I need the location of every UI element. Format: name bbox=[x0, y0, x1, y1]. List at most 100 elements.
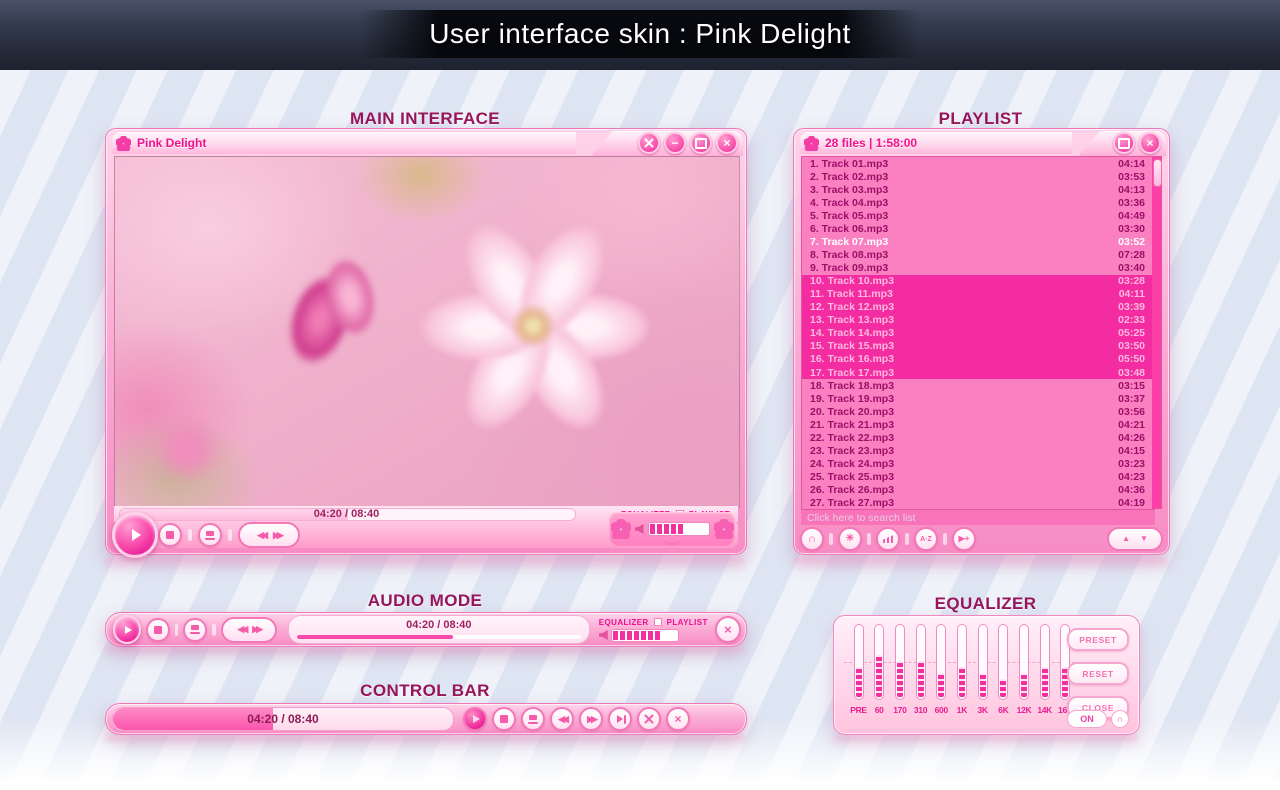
main-window-reflection bbox=[105, 556, 745, 572]
eq-slider[interactable] bbox=[854, 624, 864, 700]
main-interface-label: MAIN INTERFACE bbox=[105, 109, 745, 129]
close-button[interactable]: × bbox=[716, 132, 738, 154]
close-button[interactable]: × bbox=[1139, 132, 1161, 154]
main-titlebar[interactable]: Pink Delight bbox=[112, 132, 576, 154]
track-row[interactable]: 14. Track 14.mp3 05:25 bbox=[802, 327, 1153, 340]
open-button[interactable] bbox=[521, 707, 545, 731]
track-row[interactable]: 18. Track 18.mp3 03:15 bbox=[802, 379, 1153, 392]
track-name: 18. Track 18.mp3 bbox=[810, 380, 1112, 392]
scroll-up-button[interactable]: ▲ bbox=[1122, 535, 1130, 543]
eq-slider[interactable] bbox=[916, 624, 926, 700]
add-play-button[interactable]: ▶+ bbox=[952, 527, 976, 551]
play-button[interactable] bbox=[112, 512, 158, 558]
eq-link-button[interactable]: ∩ bbox=[1111, 710, 1129, 728]
eq-slider[interactable] bbox=[1040, 624, 1050, 700]
progress-pill[interactable]: 04:20 / 08:40 bbox=[112, 707, 454, 731]
track-row[interactable]: 4. Track 04.mp3 03:36 bbox=[802, 196, 1153, 209]
rewind-button[interactable]: ◀◀ bbox=[550, 707, 574, 731]
track-row[interactable]: 25. Track 25.mp3 04:23 bbox=[802, 471, 1153, 484]
sort-az-button[interactable]: A·Z bbox=[914, 527, 938, 551]
playlist-titlebar[interactable]: 28 files | 1:58:00 bbox=[800, 132, 1072, 154]
eq-on-button[interactable]: ON bbox=[1067, 710, 1107, 728]
track-row[interactable]: 20. Track 20.mp3 03:56 bbox=[802, 405, 1153, 418]
reset-button[interactable]: RESET bbox=[1067, 662, 1129, 685]
maximize-button[interactable] bbox=[1113, 132, 1135, 154]
playlist-toggle[interactable]: PLAYLIST bbox=[667, 618, 708, 627]
track-row[interactable]: 11. Track 11.mp3 04:11 bbox=[802, 288, 1153, 301]
repeat-button[interactable]: ∩ bbox=[800, 527, 824, 551]
close-button[interactable]: × bbox=[666, 707, 690, 731]
track-row[interactable]: 15. Track 15.mp3 03:50 bbox=[802, 340, 1153, 353]
track-row[interactable]: 16. Track 16.mp3 05:50 bbox=[802, 353, 1153, 366]
track-row[interactable]: 13. Track 13.mp3 02:33 bbox=[802, 314, 1153, 327]
audio-bar-reflection bbox=[105, 647, 745, 657]
track-row[interactable]: 19. Track 19.mp3 03:37 bbox=[802, 392, 1153, 405]
eq-slider[interactable] bbox=[998, 624, 1008, 700]
track-row[interactable]: 7. Track 07.mp3 03:52 bbox=[802, 235, 1153, 248]
track-row[interactable]: 10. Track 10.mp3 03:28 bbox=[802, 275, 1153, 288]
search-input[interactable] bbox=[801, 510, 1155, 525]
shuffle-button[interactable]: ✳ bbox=[838, 527, 862, 551]
eq-slider[interactable] bbox=[978, 624, 988, 700]
track-row[interactable]: 9. Track 09.mp3 03:40 bbox=[802, 262, 1153, 275]
forward-button[interactable]: ▶▶ bbox=[579, 707, 603, 731]
eq-slider[interactable] bbox=[957, 624, 967, 700]
scrollbar-thumb[interactable] bbox=[1153, 159, 1162, 187]
open-button[interactable] bbox=[198, 523, 222, 547]
track-row[interactable]: 12. Track 12.mp3 03:39 bbox=[802, 301, 1153, 314]
eq-slider-fill bbox=[959, 667, 965, 697]
progress-bar[interactable] bbox=[297, 635, 581, 639]
track-row[interactable]: 3. Track 03.mp3 04:13 bbox=[802, 183, 1153, 196]
rewind-button[interactable]: ◀◀ bbox=[237, 625, 245, 634]
minimize-button[interactable]: − bbox=[664, 132, 686, 154]
fullscreen-button[interactable] bbox=[637, 707, 661, 731]
track-row[interactable]: 26. Track 26.mp3 04:36 bbox=[802, 484, 1153, 497]
track-row[interactable]: 24. Track 24.mp3 03:23 bbox=[802, 457, 1153, 470]
track-row[interactable]: 22. Track 22.mp3 04:26 bbox=[802, 431, 1153, 444]
forward-button[interactable]: ▶▶ bbox=[273, 531, 281, 540]
video-display[interactable] bbox=[114, 156, 740, 508]
track-name: 3. Track 03.mp3 bbox=[810, 184, 1112, 196]
separator bbox=[943, 533, 947, 545]
sort-az-icon: A·Z bbox=[920, 536, 932, 543]
eq-slider[interactable] bbox=[874, 624, 884, 700]
track-row[interactable]: 1. Track 01.mp3 04:14 bbox=[802, 157, 1153, 170]
play-icon bbox=[473, 715, 480, 723]
close-button[interactable]: × bbox=[715, 616, 741, 643]
equalizer-toggle[interactable]: EQUALIZER bbox=[599, 618, 649, 627]
track-name: 17. Track 17.mp3 bbox=[810, 367, 1112, 379]
toggle-box-icon[interactable] bbox=[654, 618, 662, 626]
volume-bar[interactable] bbox=[648, 522, 710, 536]
stop-button[interactable] bbox=[492, 707, 516, 731]
track-row[interactable]: 17. Track 17.mp3 03:48 bbox=[802, 366, 1153, 379]
forward-button[interactable]: ▶▶ bbox=[252, 625, 260, 634]
track-time: 03:40 bbox=[1118, 262, 1145, 274]
eq-slider[interactable] bbox=[936, 624, 946, 700]
page-title: User interface skin : Pink Delight bbox=[360, 10, 920, 58]
track-row[interactable]: 6. Track 06.mp3 03:30 bbox=[802, 222, 1153, 235]
stop-button[interactable] bbox=[146, 618, 169, 642]
maximize-button[interactable] bbox=[690, 132, 712, 154]
track-row[interactable]: 21. Track 21.mp3 04:21 bbox=[802, 418, 1153, 431]
open-button[interactable] bbox=[183, 618, 206, 642]
volume-bar[interactable] bbox=[611, 629, 679, 642]
playlist-scrollbar[interactable] bbox=[1152, 156, 1162, 509]
stop-button[interactable] bbox=[158, 523, 182, 547]
playlist-search-bar[interactable] bbox=[801, 509, 1155, 525]
track-row[interactable]: 5. Track 05.mp3 04:49 bbox=[802, 209, 1153, 222]
preset-button[interactable]: PRESET bbox=[1067, 628, 1129, 651]
eq-slider[interactable] bbox=[895, 624, 905, 700]
track-row[interactable]: 2. Track 02.mp3 03:53 bbox=[802, 170, 1153, 183]
track-name: 4. Track 04.mp3 bbox=[810, 197, 1112, 209]
scroll-down-button[interactable]: ▼ bbox=[1140, 535, 1148, 543]
play-button[interactable] bbox=[113, 615, 141, 644]
eq-slider[interactable] bbox=[1019, 624, 1029, 700]
sort-by-level-button[interactable] bbox=[876, 527, 900, 551]
track-row[interactable]: 8. Track 08.mp3 07:28 bbox=[802, 248, 1153, 261]
track-row[interactable]: 27. Track 27.mp3 04:19 bbox=[802, 497, 1153, 510]
compact-mode-button[interactable] bbox=[638, 132, 660, 154]
play-button[interactable] bbox=[463, 707, 487, 731]
track-row[interactable]: 23. Track 23.mp3 04:15 bbox=[802, 444, 1153, 457]
next-button[interactable] bbox=[608, 707, 632, 731]
rewind-button[interactable]: ◀◀ bbox=[257, 531, 265, 540]
